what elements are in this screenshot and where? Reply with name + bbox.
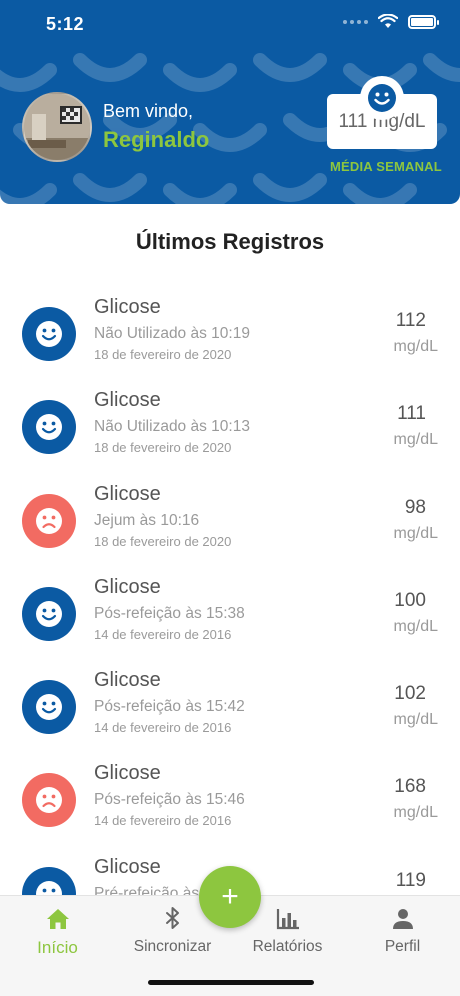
records-list: Glicose Não Utilizado às 10:19 18 de fev… <box>0 284 460 937</box>
record-title: Glicose <box>94 855 161 878</box>
list-item[interactable]: Glicose Não Utilizado às 10:13 18 de fev… <box>0 377 460 470</box>
record-value: 168 <box>394 776 426 798</box>
tab-label: Relatórios <box>252 938 323 955</box>
happy-face-icon <box>22 400 76 455</box>
record-date: 18 de fevereiro de 2020 <box>94 533 232 549</box>
record-title: Glicose <box>94 389 161 412</box>
record-subtitle: Não Utilizado às 10:19 <box>94 325 250 342</box>
record-value: 102 <box>394 683 426 705</box>
signal-icon <box>343 19 368 24</box>
record-unit: mg/dL <box>393 524 438 542</box>
list-item[interactable]: Glicose Pós-refeição às 15:38 14 de feve… <box>0 564 460 657</box>
tab-label: Início <box>37 938 78 957</box>
record-unit: mg/dL <box>393 338 438 355</box>
happy-face-icon <box>22 586 76 641</box>
battery-icon <box>408 14 439 29</box>
record-title: Glicose <box>94 669 161 692</box>
record-subtitle: Não Utilizado às 10:13 <box>94 418 250 436</box>
record-value: 98 <box>404 496 426 518</box>
status-icons <box>343 14 439 29</box>
tab-label: Sincronizar <box>133 938 212 955</box>
record-date: 18 de fevereiro de 2020 <box>94 440 232 456</box>
record-unit: mg/dL <box>393 431 438 449</box>
status-time: 5:12 <box>46 14 85 34</box>
wifi-icon <box>378 14 398 28</box>
list-item[interactable]: Glicose Não Utilizado às 10:19 18 de fev… <box>0 284 460 377</box>
record-subtitle: Pós-refeição às 15:46 <box>94 791 245 809</box>
header: 5:12 Bem vindo, Reginaldo 111 mg/dL MÉDI… <box>0 0 460 204</box>
record-value: 119 <box>395 869 426 891</box>
tab-inicio[interactable]: Início <box>0 904 115 958</box>
record-subtitle: Pós-refeição às 15:38 <box>94 604 245 622</box>
avatar[interactable] <box>22 92 92 162</box>
person-icon <box>345 904 460 930</box>
record-date: 14 de fevereiro de 2016 <box>94 720 232 736</box>
tab-label: Perfil <box>384 938 421 955</box>
tab-perfil[interactable]: Perfil <box>345 904 460 956</box>
record-subtitle: Jejum às 10:16 <box>94 511 200 529</box>
record-value: 111 <box>397 403 426 425</box>
smiley-face-icon <box>360 76 404 120</box>
record-subtitle: Pós-refeição às 15:42 <box>94 698 245 716</box>
record-value: 100 <box>394 589 426 611</box>
welcome-text: Bem vindo, <box>103 101 194 121</box>
sad-face-icon <box>22 493 76 548</box>
record-value: 112 <box>395 310 426 331</box>
list-item[interactable]: Glicose Pós-refeição às 15:46 14 de feve… <box>0 750 460 843</box>
sad-face-icon <box>22 773 76 828</box>
record-date: 14 de fevereiro de 2016 <box>94 626 232 642</box>
home-indicator <box>148 980 314 985</box>
record-title: Glicose <box>94 575 161 598</box>
section-title: Últimos Registros <box>135 229 325 254</box>
happy-face-icon <box>22 680 76 735</box>
record-date: 14 de fevereiro de 2016 <box>94 813 232 829</box>
record-unit: mg/dL <box>393 804 438 822</box>
status-bar: 5:12 <box>0 0 460 50</box>
happy-face-icon <box>22 307 76 361</box>
record-title: Glicose <box>94 296 161 318</box>
list-item[interactable]: Glicose Pós-refeição às 15:42 14 de feve… <box>0 657 460 750</box>
record-title: Glicose <box>94 482 161 505</box>
weekly-average-label: MÉDIA SEMANAL <box>330 159 442 174</box>
record-unit: mg/dL <box>393 711 438 729</box>
record-title: Glicose <box>94 762 161 785</box>
add-record-button[interactable]: + <box>199 866 261 928</box>
record-unit: mg/dL <box>393 617 438 635</box>
username: Reginaldo <box>103 127 210 152</box>
list-item[interactable]: Glicose Jejum às 10:16 18 de fevereiro d… <box>0 471 460 564</box>
record-date: 18 de fevereiro de 2020 <box>94 347 232 362</box>
home-icon <box>0 904 115 930</box>
